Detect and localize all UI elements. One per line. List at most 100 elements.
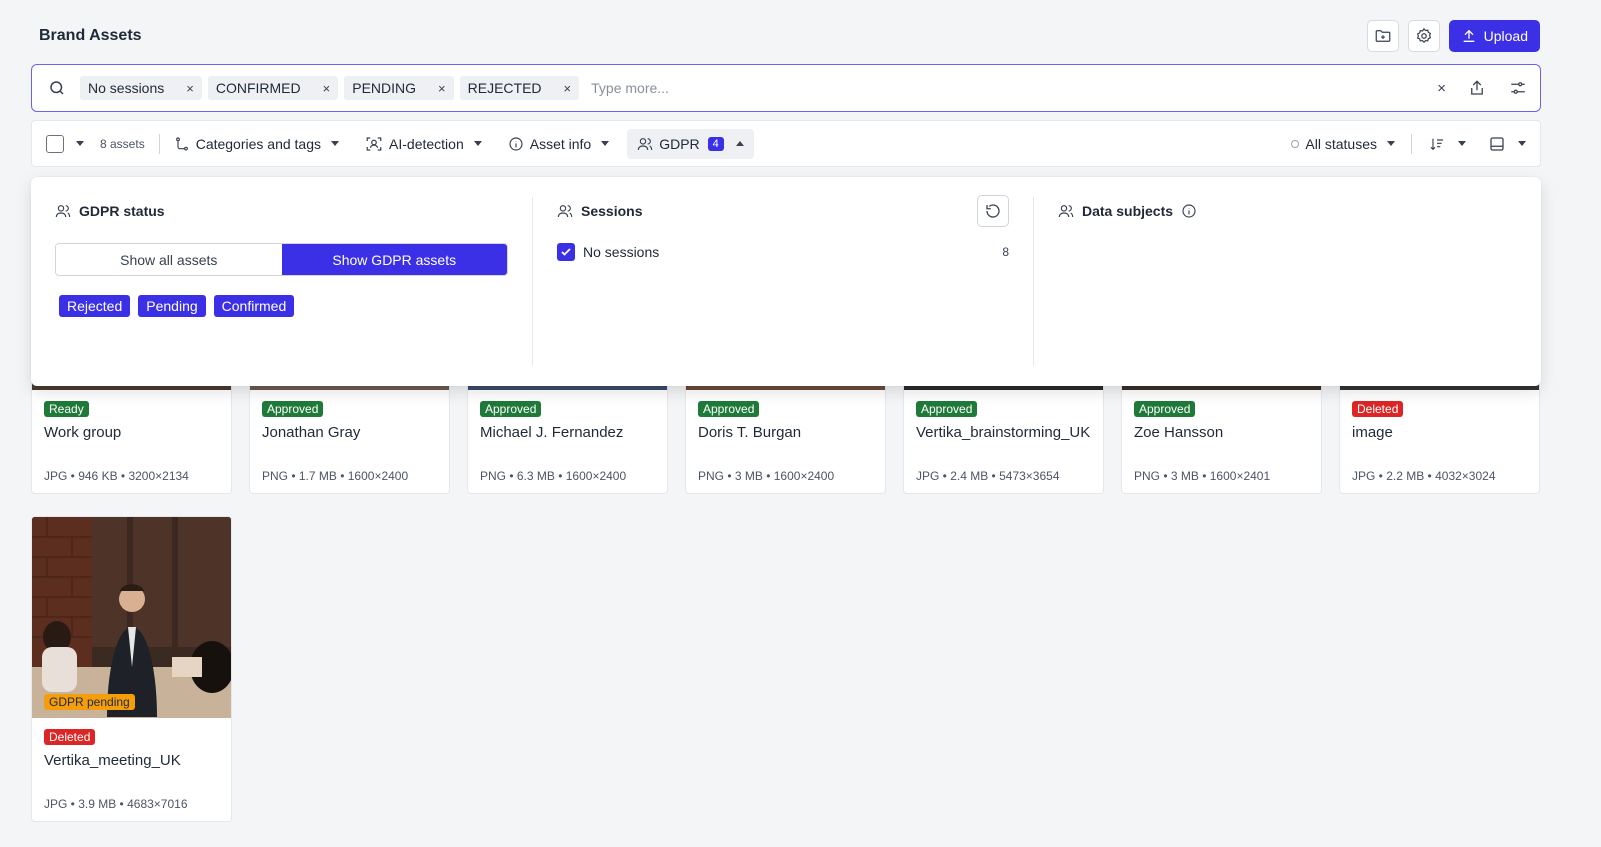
gdpr-tag-confirmed[interactable]: Confirmed	[213, 295, 295, 317]
upload-button[interactable]: Upload	[1448, 20, 1540, 52]
gdpr-view-toggle: Show all assets Show GDPR assets	[55, 243, 508, 276]
sessions-title: Sessions	[581, 203, 643, 219]
page-title: Brand Assets	[39, 27, 142, 44]
gdpr-count-badge: 4	[707, 136, 724, 151]
asset-name: Jonathan Gray	[262, 424, 361, 441]
status-badge: Approved	[916, 401, 978, 417]
asset-info-filter[interactable]: Asset info	[508, 135, 610, 152]
folder-plus-icon	[1375, 30, 1390, 42]
chip-label: PENDING	[352, 80, 417, 96]
new-folder-button[interactable]	[1366, 20, 1399, 52]
status-badge: Approved	[262, 401, 324, 417]
filter-toolbar: 8 assets Categories and tags AI-detectio…	[31, 120, 1541, 167]
share-icon[interactable]	[1468, 79, 1486, 97]
top-actions: Upload	[1366, 20, 1540, 52]
show-gdpr-assets-option[interactable]: Show GDPR assets	[281, 244, 507, 275]
users-icon	[637, 137, 653, 150]
select-dropdown-icon[interactable]	[76, 141, 84, 146]
info-icon[interactable]	[1181, 203, 1197, 219]
reset-sessions-button[interactable]	[977, 195, 1009, 227]
clear-search-icon[interactable]: ×	[1437, 80, 1446, 97]
chip-remove-icon[interactable]: ×	[323, 81, 331, 96]
info-icon	[509, 136, 523, 151]
sliders-icon[interactable]	[1508, 79, 1528, 97]
checkmark-icon	[561, 248, 571, 256]
upload-icon	[1463, 29, 1474, 42]
sort-icon	[1430, 138, 1443, 150]
chevron-down-icon	[1458, 141, 1466, 146]
chip-label: CONFIRMED	[215, 80, 301, 96]
categories-filter[interactable]: Categories and tags	[174, 135, 340, 152]
gdpr-status-title: GDPR status	[79, 203, 165, 219]
asset-count: 8 assets	[100, 136, 145, 151]
gdpr-tag-rejected[interactable]: Rejected	[59, 295, 131, 317]
data-subjects-section: Data subjects	[1034, 197, 1541, 406]
search-input[interactable]	[591, 80, 1438, 96]
status-filter[interactable]: All statuses	[1291, 136, 1395, 152]
filter-chip[interactable]: No sessions ×	[80, 76, 202, 100]
gdpr-panel: GDPR status Show all assets Show GDPR as…	[31, 177, 1541, 386]
asset-meta: PNG • 3 MB • 1600×2400	[698, 469, 835, 483]
filter-chip[interactable]: PENDING ×	[344, 76, 454, 100]
reset-icon	[986, 204, 1000, 218]
filter-chip[interactable]: CONFIRMED ×	[207, 76, 339, 100]
chevron-down-icon	[1518, 141, 1526, 146]
show-all-assets-option[interactable]: Show all assets	[56, 244, 282, 275]
chip-remove-icon[interactable]: ×	[438, 81, 446, 96]
gear-icon	[1416, 27, 1431, 44]
status-badge: Ready	[44, 401, 89, 417]
upload-label: Upload	[1483, 28, 1528, 44]
asset-meta: JPG • 2.2 MB • 4032×3024	[1352, 469, 1496, 483]
asset-name: Work group	[44, 424, 122, 441]
sort-button[interactable]	[1428, 136, 1466, 152]
view-mode-button[interactable]	[1488, 135, 1526, 153]
chevron-down-icon	[331, 141, 340, 146]
gdpr-tag-pending[interactable]: Pending	[138, 295, 206, 317]
asset-name: Michael J. Fernandez	[480, 424, 624, 441]
asset-meta: PNG • 6.3 MB • 1600×2400	[480, 469, 627, 483]
asset-name: Zoe Hansson	[1134, 424, 1224, 441]
chip-remove-icon[interactable]: ×	[186, 81, 194, 96]
asset-info-label: Asset info	[529, 135, 592, 152]
users-icon	[55, 205, 71, 218]
session-count: 8	[1002, 245, 1009, 259]
status-badge: Approved	[698, 401, 760, 417]
chip-remove-icon[interactable]: ×	[564, 81, 572, 96]
chip-label: REJECTED	[467, 80, 542, 96]
status-badge: Approved	[480, 401, 542, 417]
status-badge: Deleted	[44, 729, 96, 745]
gdpr-label: GDPR	[659, 135, 700, 152]
ai-scan-icon	[366, 136, 382, 151]
grid-view-icon	[1490, 136, 1504, 151]
gdpr-status-section: GDPR status Show all assets Show GDPR as…	[31, 197, 533, 366]
settings-button[interactable]	[1407, 20, 1440, 52]
asset-thumbnail[interactable]: GDPR pending	[32, 517, 231, 718]
select-all-checkbox[interactable]	[46, 134, 64, 153]
chevron-down-icon	[473, 141, 482, 146]
meeting-photo	[32, 517, 231, 718]
chip-label: No sessions	[88, 80, 165, 96]
data-subjects-title: Data subjects	[1082, 203, 1174, 219]
chevron-down-icon	[601, 141, 610, 146]
asset-card[interactable]: GDPR pending Deleted Vertika_meeting_UK …	[31, 516, 232, 822]
session-option[interactable]: No sessions 8	[557, 243, 1009, 261]
asset-name: Doris T. Burgan	[698, 424, 802, 441]
asset-name: image	[1352, 424, 1393, 441]
gdpr-filter[interactable]: GDPR 4	[627, 128, 754, 159]
sessions-section: Sessions No sessions 8	[533, 195, 1034, 366]
session-checkbox[interactable]	[557, 243, 575, 261]
asset-meta: JPG • 2.4 MB • 5473×3654	[916, 469, 1060, 483]
asset-name: Vertika_brainstorming_UK	[916, 424, 1091, 441]
asset-meta: PNG • 1.7 MB • 1600×2400	[262, 469, 409, 483]
search-bar: No sessions × CONFIRMED × PENDING × REJECTE…	[31, 64, 1541, 112]
asset-meta: JPG • 946 KB • 3200×2134	[44, 469, 189, 483]
ai-detection-filter[interactable]: AI-detection	[365, 135, 482, 153]
status-dot-icon	[1291, 139, 1300, 148]
hierarchy-icon	[175, 136, 188, 151]
filter-chip[interactable]: REJECTED ×	[459, 76, 580, 100]
categories-label: Categories and tags	[195, 135, 322, 152]
asset-meta: PNG • 3 MB • 1600×2401	[1134, 469, 1271, 483]
users-icon	[557, 205, 573, 218]
gdpr-pending-badge: GDPR pending	[44, 694, 135, 710]
chevron-up-icon	[735, 141, 744, 146]
